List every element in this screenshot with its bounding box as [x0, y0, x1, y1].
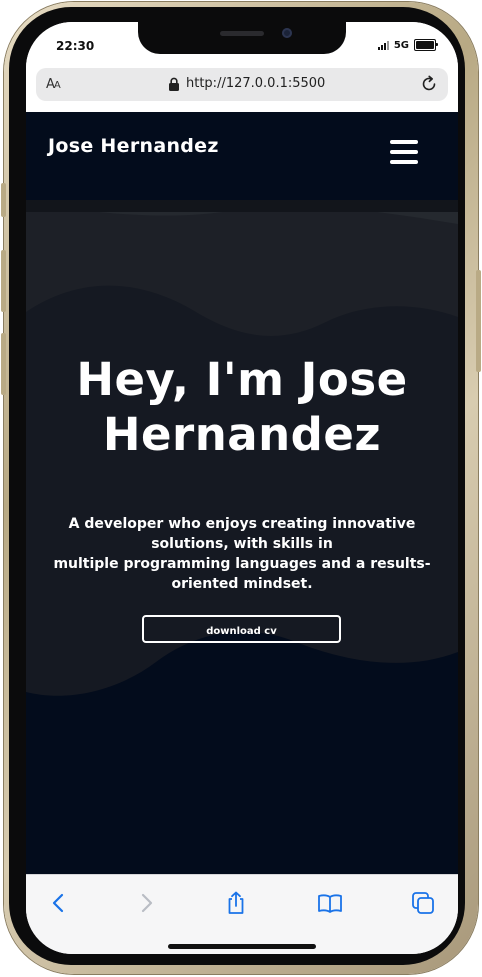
- lock-icon: [169, 77, 179, 91]
- url-text: http://127.0.0.1:5500: [186, 76, 326, 91]
- volume-down-button: [1, 333, 6, 395]
- hero-subtitle: A developer who enjoys creating innovati…: [36, 514, 448, 594]
- hamburger-menu-icon[interactable]: [390, 140, 418, 164]
- battery-icon: [414, 39, 438, 51]
- hero-title-line1: Hey, I'm Jose: [76, 353, 408, 406]
- forward-icon[interactable]: [133, 890, 159, 916]
- site-header: Jose Hernandez: [26, 112, 458, 204]
- status-bar: 22:30 5G: [26, 22, 458, 68]
- hero-subtitle-line1: A developer who enjoys creating innovati…: [68, 516, 416, 552]
- text-size-label-large: A: [46, 77, 55, 92]
- notch: [138, 22, 346, 54]
- download-cv-button[interactable]: download cv: [142, 615, 341, 643]
- browser-address-area: AA http://127.0.0.1:5500: [26, 68, 458, 112]
- background-waves: [26, 112, 458, 874]
- hero-subtitle-line2: multiple programming languages and a res…: [53, 556, 431, 592]
- home-indicator[interactable]: [168, 944, 316, 949]
- volume-up-button: [1, 250, 6, 312]
- back-icon[interactable]: [46, 890, 72, 916]
- network-label: 5G: [393, 39, 409, 51]
- browser-toolbar: [26, 874, 458, 954]
- hero-title-line2: Hernandez: [102, 408, 382, 461]
- bookmarks-icon[interactable]: [317, 890, 343, 916]
- speaker: [220, 31, 264, 36]
- text-size-label-small: A: [53, 80, 61, 91]
- reload-icon[interactable]: [420, 75, 438, 93]
- address-bar[interactable]: AA http://127.0.0.1:5500: [36, 68, 448, 101]
- signal-icon: [377, 40, 389, 50]
- url-display[interactable]: http://127.0.0.1:5500: [168, 76, 325, 91]
- hero-title: Hey, I'm Jose Hernandez: [36, 352, 448, 462]
- phone-screen: 22:30 5G AA http://127.0.0.1:5500 Jose H…: [26, 22, 458, 954]
- text-size-button[interactable]: AA: [46, 77, 61, 92]
- tabs-icon[interactable]: [410, 890, 436, 916]
- status-time: 22:30: [56, 39, 95, 53]
- website-content: Jose Hernandez Hey, I'm Jose Hernandez A…: [26, 112, 458, 874]
- power-button: [476, 270, 481, 372]
- share-icon[interactable]: [223, 890, 249, 916]
- status-indicators: 5G: [377, 39, 438, 51]
- silent-switch: [1, 183, 6, 217]
- front-camera: [282, 28, 292, 38]
- site-title[interactable]: Jose Hernandez: [48, 135, 219, 157]
